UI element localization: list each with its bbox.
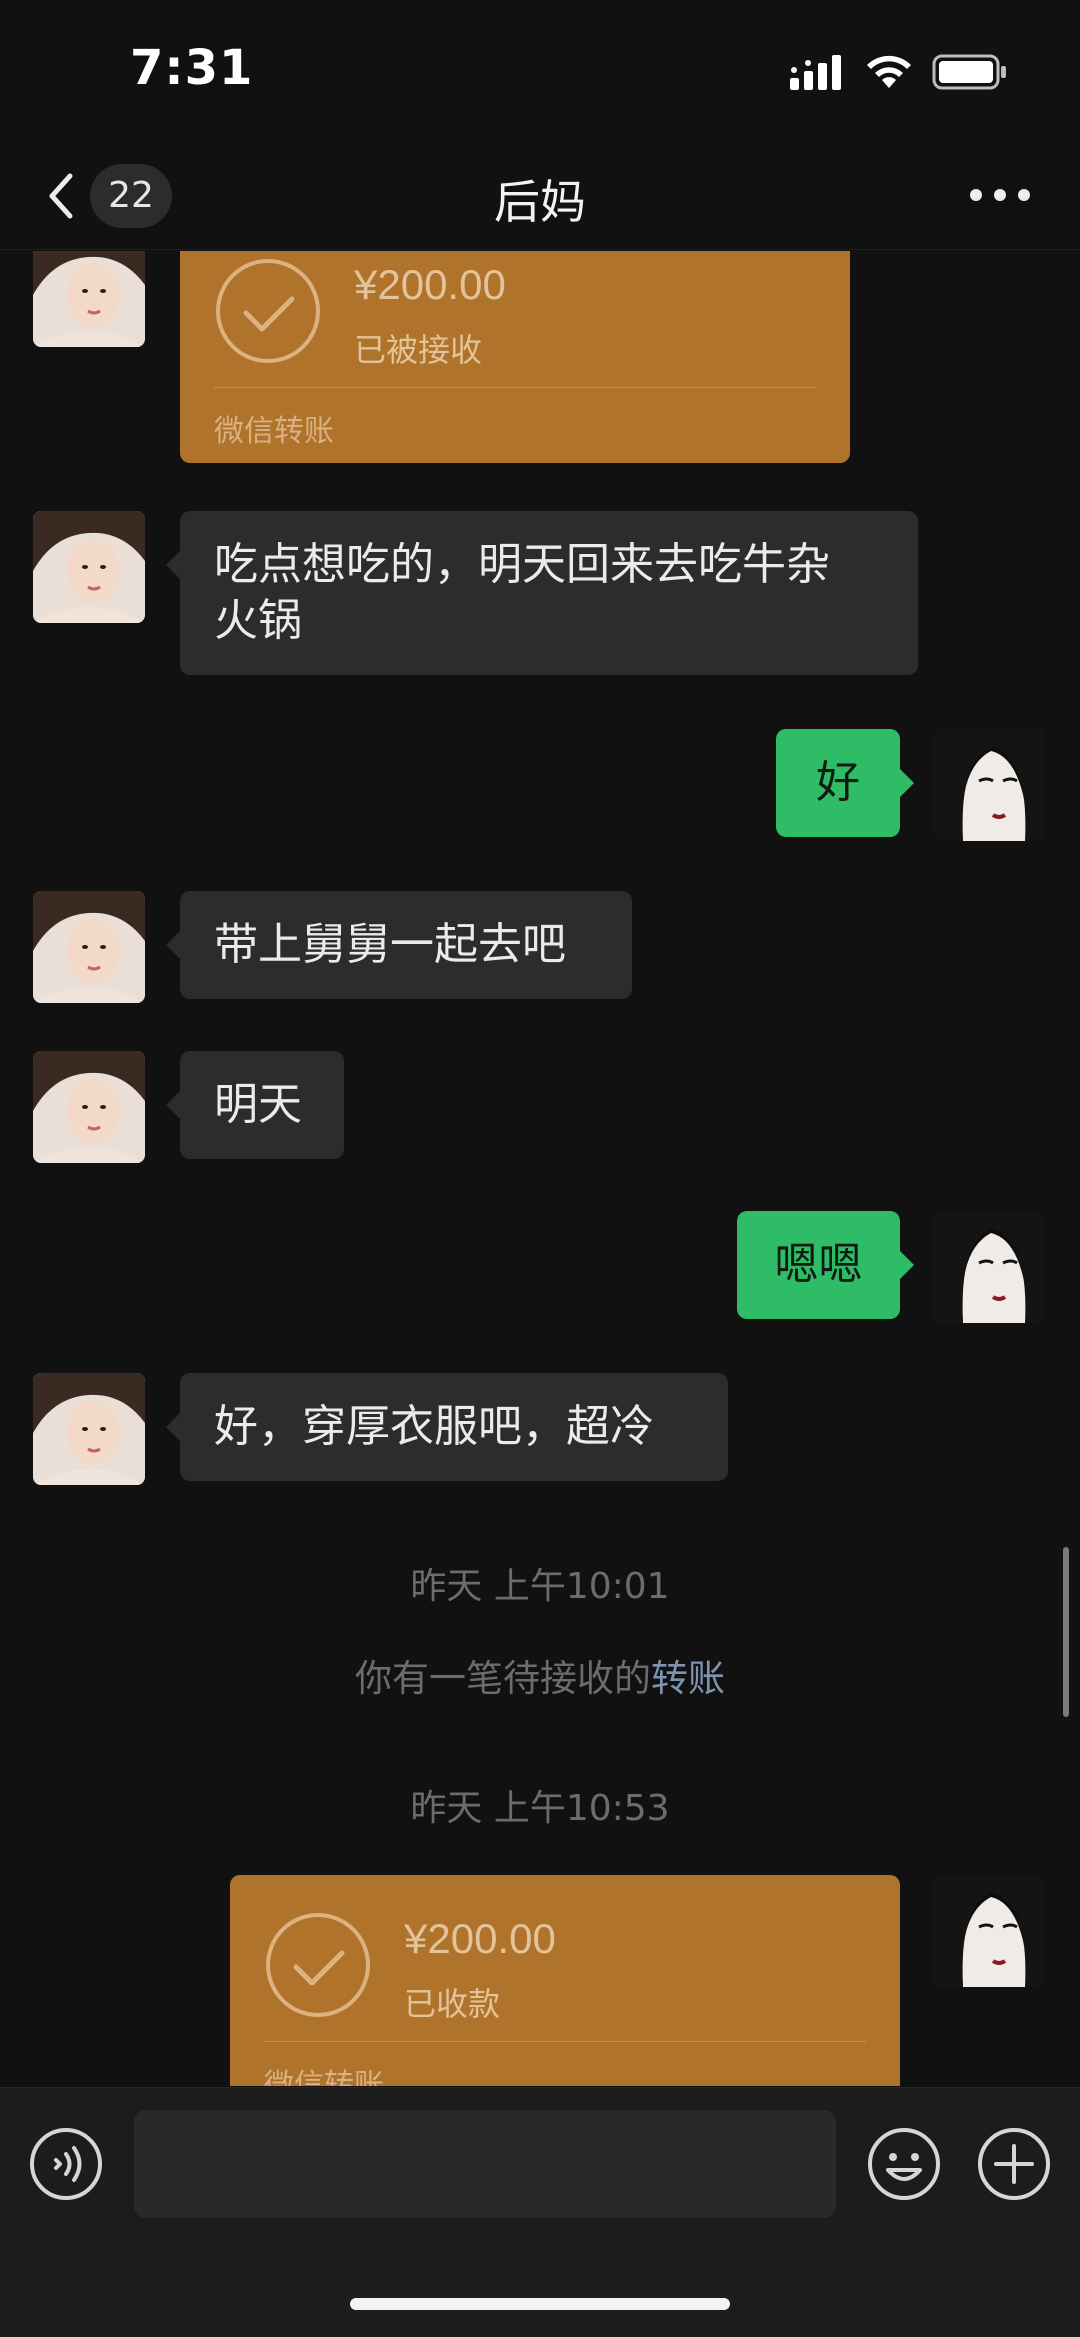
transfer-status: 已被接收	[354, 331, 483, 369]
transfer-amount: ¥200.00	[354, 261, 506, 308]
message-text-line: 吃点想吃的，明天回来去吃牛杂	[214, 539, 830, 590]
unread-count-badge: 22	[90, 164, 172, 228]
transfer-card-outgoing[interactable]: ¥200.00 已收款 微信转账	[230, 1875, 900, 2086]
contact-avatar[interactable]	[33, 1051, 145, 1163]
contact-avatar[interactable]	[33, 511, 145, 623]
contact-avatar[interactable]	[33, 1373, 145, 1485]
message-bubble-outgoing[interactable]: 嗯嗯	[737, 1211, 914, 1319]
message-text-line: 火锅	[214, 595, 302, 646]
my-avatar[interactable]	[933, 1875, 1045, 1987]
transfer-card-incoming[interactable]: ¥200.00 已被接收 微信转账	[180, 251, 850, 463]
chat-screen: 7:31 22 后妈 ¥200.00 已被接收 微信转账 吃点想吃的，明天回来去…	[0, 0, 1080, 2337]
back-button[interactable]: 22	[30, 154, 190, 238]
message-text: 好	[816, 757, 860, 808]
transfer-status: 已收款	[404, 1985, 501, 2023]
message-text: 嗯嗯	[774, 1239, 863, 1290]
message-text: 带上舅舅一起去吧	[214, 919, 566, 970]
message-list[interactable]: ¥200.00 已被接收 微信转账 吃点想吃的，明天回来去吃牛杂 火锅 好 带上…	[0, 251, 1080, 2086]
transfer-label: 微信转账	[264, 2068, 384, 2086]
chat-title: 后妈	[494, 175, 586, 229]
scrollbar[interactable]	[1063, 1547, 1069, 1717]
message-bubble-outgoing[interactable]: 好	[776, 729, 914, 837]
input-bar	[0, 2087, 1080, 2337]
contact-avatar[interactable]	[33, 251, 145, 347]
message-bubble-incoming[interactable]: 明天	[166, 1051, 344, 1159]
transfer-amount: ¥200.00	[404, 1915, 556, 1962]
message-bubble-incoming[interactable]: 带上舅舅一起去吧	[166, 891, 632, 999]
battery-icon	[932, 54, 1006, 90]
chevron-left-icon	[49, 173, 73, 219]
check-circle-icon	[216, 259, 320, 363]
message-input[interactable]	[134, 2110, 836, 2218]
timestamp: 昨天 上午10:01	[410, 1566, 670, 1607]
message-text: 好，穿厚衣服吧，超冷	[214, 1401, 654, 1452]
plus-icon[interactable]	[976, 2126, 1052, 2202]
nav-bar: 22 后妈	[0, 140, 1080, 250]
home-indicator[interactable]	[350, 2298, 730, 2310]
system-notice-text: 你有一笔待接收的	[355, 1657, 651, 1700]
timestamp: 昨天 上午10:53	[410, 1788, 670, 1829]
message-bubble-incoming[interactable]: 好，穿厚衣服吧，超冷	[166, 1373, 728, 1481]
cellular-signal-icon	[790, 55, 841, 90]
my-avatar[interactable]	[933, 729, 1045, 841]
transfer-divider	[264, 2041, 866, 2042]
my-avatar[interactable]	[933, 1211, 1045, 1323]
transfer-link[interactable]: 转账	[651, 1657, 725, 1700]
transfer-label: 微信转账	[214, 414, 334, 449]
check-circle-icon	[266, 1913, 370, 2017]
contact-avatar[interactable]	[33, 891, 145, 1003]
status-time: 7:31	[130, 40, 254, 96]
emoji-icon[interactable]	[866, 2126, 942, 2202]
transfer-divider	[214, 387, 816, 388]
voice-icon[interactable]	[28, 2126, 104, 2202]
message-text: 明天	[214, 1079, 302, 1130]
message-bubble-incoming[interactable]: 吃点想吃的，明天回来去吃牛杂 火锅	[166, 511, 918, 675]
system-notice: 你有一笔待接收的转账	[0, 1648, 1080, 1702]
status-bar: 7:31	[0, 0, 1080, 140]
more-dots-icon[interactable]	[960, 170, 1040, 220]
wifi-icon	[867, 55, 911, 88]
